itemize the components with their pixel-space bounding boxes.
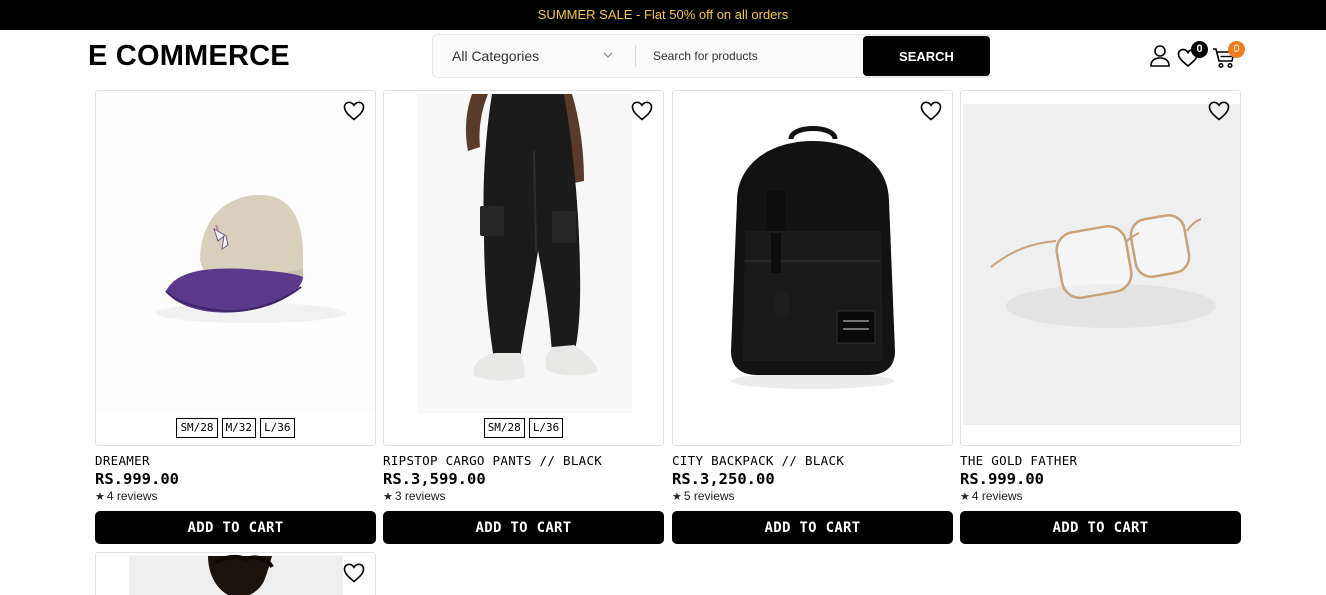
product-price: RS.999.00: [95, 470, 179, 488]
product-image-frame[interactable]: [672, 90, 953, 446]
promo-banner: SUMMER SALE - Flat 50% off on all orders: [0, 0, 1326, 30]
review-count: 4 reviews: [106, 489, 158, 503]
glasses-image: [961, 91, 1240, 445]
size-option[interactable]: L/36: [260, 418, 295, 438]
review-count: 5 reviews: [683, 489, 735, 503]
cap-image: [96, 91, 375, 413]
brand-logo[interactable]: E COMMERCE: [88, 40, 290, 73]
heart-icon[interactable]: [920, 101, 942, 121]
review-count: 3 reviews: [394, 489, 446, 503]
add-to-cart-button[interactable]: ADD TO CART: [95, 511, 376, 544]
category-select-value: All Categories: [452, 48, 540, 64]
chevron-down-icon: [603, 52, 613, 58]
product-image-frame[interactable]: SM/28 L/36: [383, 90, 664, 446]
star-icon: ★: [672, 491, 682, 503]
product-name[interactable]: DREAMER: [95, 453, 150, 468]
size-option[interactable]: M/32: [221, 418, 257, 438]
product-price: RS.3,250.00: [672, 470, 775, 488]
add-to-cart-button[interactable]: ADD TO CART: [383, 511, 664, 544]
product-image-frame[interactable]: [95, 552, 376, 595]
star-icon: ★: [960, 491, 970, 503]
heart-icon[interactable]: [631, 101, 653, 121]
product-card[interactable]: [95, 552, 376, 595]
review-count: 4 reviews: [971, 489, 1023, 503]
product-price: RS.999.00: [960, 470, 1044, 488]
search-button[interactable]: SEARCH: [863, 36, 990, 76]
user-icon[interactable]: [1149, 44, 1171, 68]
size-option[interactable]: SM/28: [176, 418, 218, 438]
search-divider: [635, 45, 636, 67]
size-option[interactable]: SM/28: [483, 418, 525, 438]
size-options: SM/28 M/32 L/36: [96, 418, 375, 438]
heart-icon[interactable]: [343, 563, 365, 583]
product-image-frame[interactable]: SM/28 M/32 L/36: [95, 90, 376, 446]
product-image-frame[interactable]: [960, 90, 1241, 446]
model-image: [129, 554, 343, 595]
search-bar: All Categories SEARCH: [432, 34, 990, 78]
cart-count-badge: 0: [1228, 41, 1245, 58]
product-reviews: ★ 4 reviews: [95, 489, 158, 503]
product-name[interactable]: THE GOLD FATHER: [960, 453, 1077, 468]
add-to-cart-button[interactable]: ADD TO CART: [672, 511, 953, 544]
category-select[interactable]: All Categories: [433, 35, 635, 77]
product-name[interactable]: RIPSTOP CARGO PANTS // BLACK: [383, 453, 602, 468]
heart-icon[interactable]: [343, 101, 365, 121]
backpack-image: [673, 91, 952, 413]
product-reviews: ★ 4 reviews: [960, 489, 1023, 503]
search-input[interactable]: [643, 41, 858, 71]
product-name[interactable]: CITY BACKPACK // BLACK: [672, 453, 844, 468]
wishlist-count-badge: 0: [1191, 41, 1208, 58]
star-icon: ★: [383, 491, 393, 503]
size-options: SM/28 L/36: [384, 418, 663, 438]
product-reviews: ★ 5 reviews: [672, 489, 735, 503]
add-to-cart-button[interactable]: ADD TO CART: [960, 511, 1241, 544]
site-header: E COMMERCE All Categories SEARCH 0 0: [0, 30, 1326, 85]
cargo-pants-image: [417, 94, 632, 413]
heart-icon[interactable]: [1208, 101, 1230, 121]
product-price: RS.3,599.00: [383, 470, 486, 488]
star-icon: ★: [95, 491, 105, 503]
size-option[interactable]: L/36: [528, 418, 564, 438]
product-reviews: ★ 3 reviews: [383, 489, 446, 503]
